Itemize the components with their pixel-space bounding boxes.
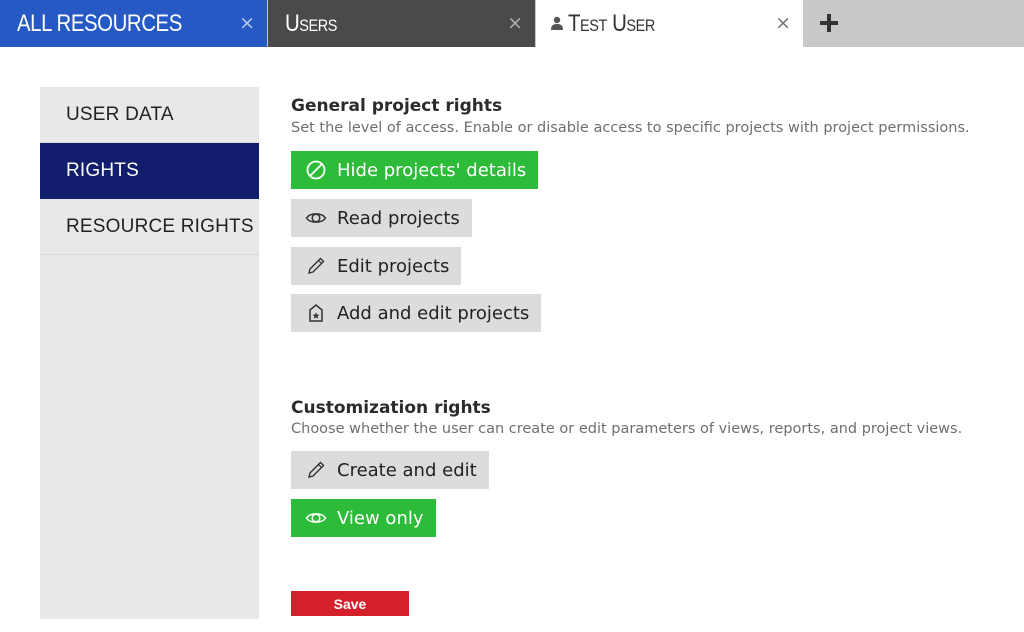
forbidden-icon — [306, 160, 326, 180]
option-label: View only — [337, 507, 424, 529]
option-label: Edit projects — [337, 255, 450, 277]
close-icon[interactable]: × — [507, 13, 523, 33]
sidebar-item-resource-rights[interactable]: RESOURCE RIGHTS — [40, 199, 259, 255]
hide-projects-details-option[interactable]: Hide projects' details — [291, 151, 539, 189]
plus-icon — [820, 14, 838, 32]
add-tab-button[interactable] — [812, 6, 846, 40]
customization-rights-description: Choose whether the user can create or ed… — [291, 421, 963, 437]
edit-projects-option[interactable]: Edit projects — [291, 247, 462, 285]
general-rights-title: General project rights — [291, 96, 503, 116]
option-label: Hide projects' details — [337, 159, 527, 181]
sidebar-item-label: RESOURCE RIGHTS — [66, 215, 254, 237]
pencil-icon — [308, 461, 325, 478]
tab-label: Test User — [568, 9, 655, 37]
option-label: Create and edit — [337, 459, 477, 481]
sidebar-item-rights[interactable]: RIGHTS — [40, 143, 259, 199]
option-label: Read projects — [337, 207, 460, 229]
option-label: Add and edit projects — [337, 302, 530, 324]
user-icon — [551, 16, 563, 30]
close-icon[interactable]: × — [775, 13, 791, 33]
read-projects-option[interactable]: Read projects — [291, 199, 472, 237]
eye-icon — [305, 213, 327, 223]
tab-label: Users — [285, 9, 337, 37]
create-and-edit-option[interactable]: Create and edit — [291, 451, 489, 489]
eye-icon — [305, 513, 327, 523]
save-button[interactable]: Save — [291, 591, 409, 616]
tab-label: All Resources — [17, 9, 182, 37]
sidebar-item-user-data[interactable]: USER DATA — [40, 87, 259, 143]
tab-users[interactable]: Users × — [268, 0, 535, 47]
tab-all-resources[interactable]: All Resources × — [0, 0, 267, 47]
add-and-edit-projects-option[interactable]: Add and edit projects — [291, 294, 542, 332]
view-only-option[interactable]: View only — [291, 499, 436, 537]
house-star-icon — [309, 304, 323, 322]
sidebar-item-label: RIGHTS — [66, 159, 139, 181]
tab-bar: All Resources × Users × Test User × — [0, 0, 1024, 47]
customization-rights-title: Customization rights — [291, 398, 491, 418]
tab-test-user[interactable]: Test User × — [536, 0, 803, 47]
close-icon[interactable]: × — [239, 13, 255, 33]
sidebar-item-label: USER DATA — [66, 103, 174, 125]
pencil-icon — [308, 257, 325, 274]
general-rights-description: Set the level of access. Enable or disab… — [291, 120, 970, 136]
sidebar: USER DATA RIGHTS RESOURCE RIGHTS — [40, 87, 259, 619]
